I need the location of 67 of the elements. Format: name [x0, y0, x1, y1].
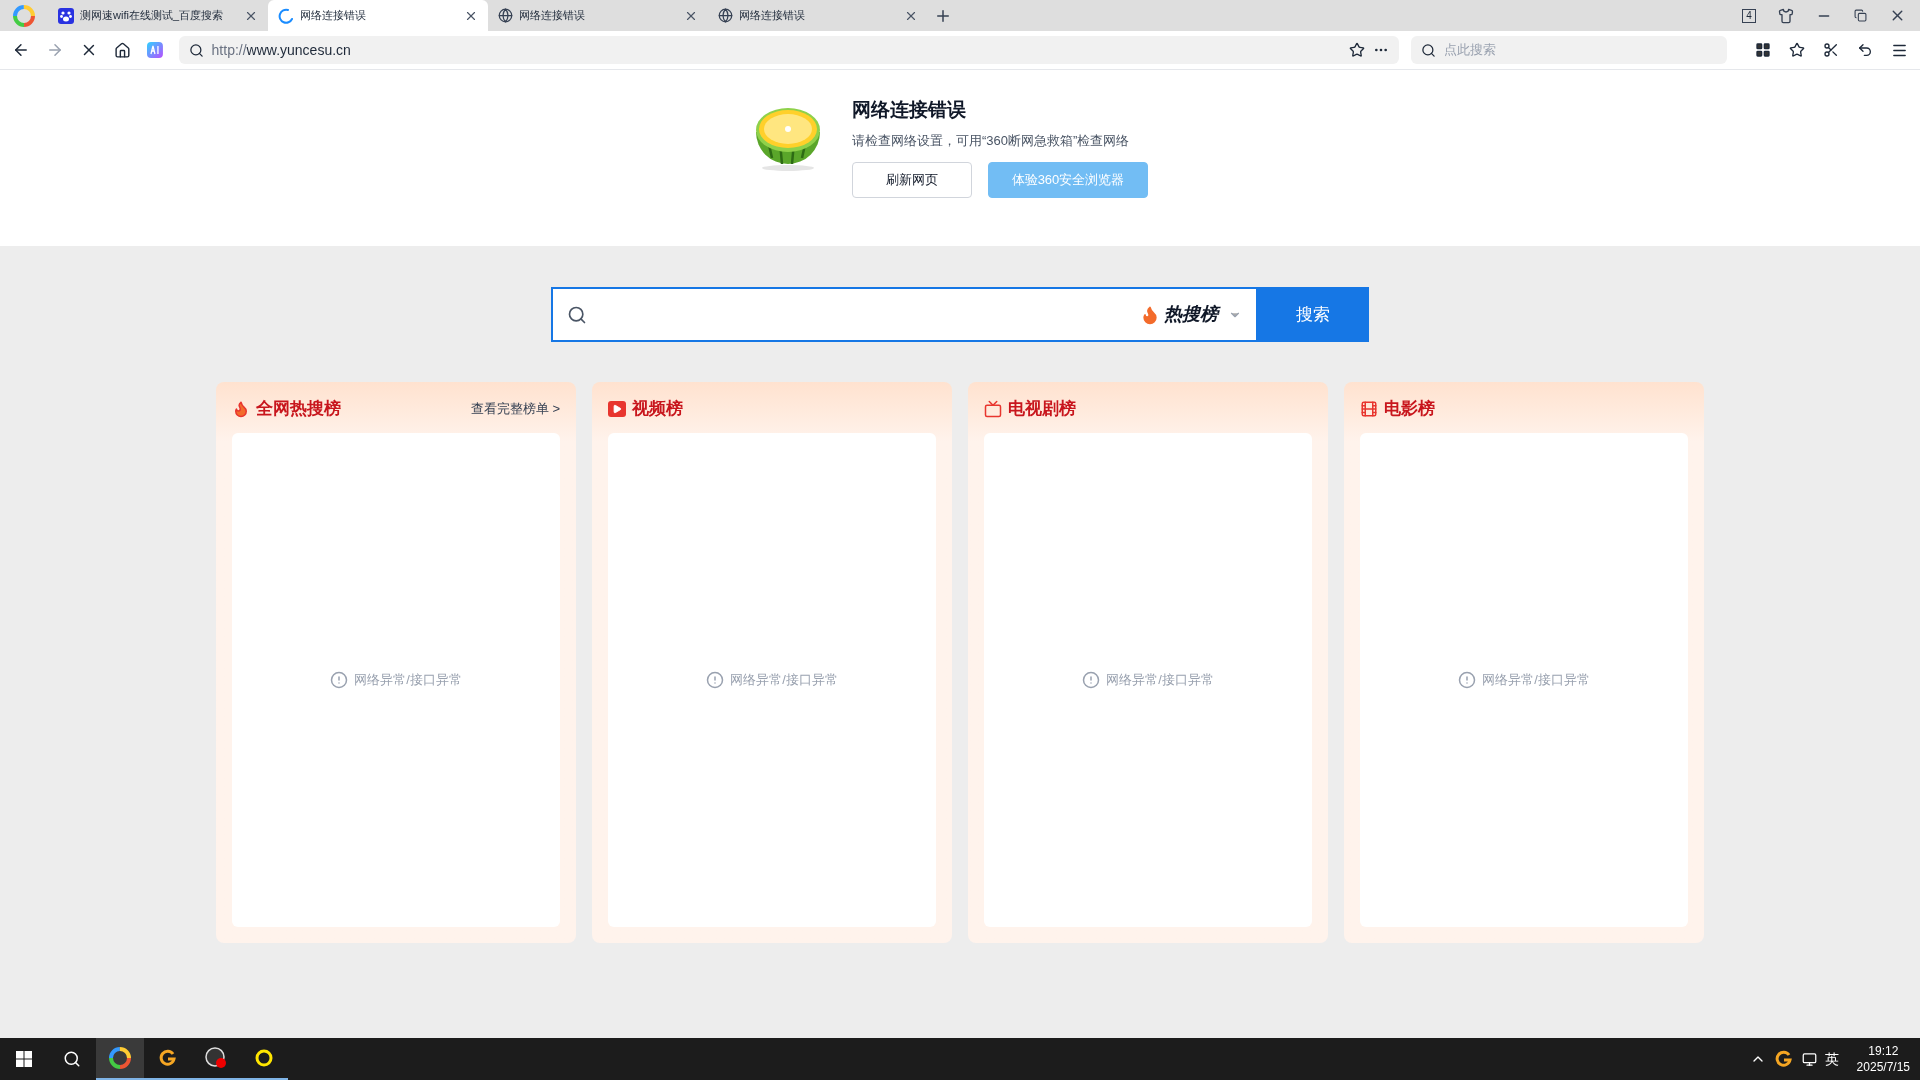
card-title: 电影榜 — [1384, 397, 1436, 420]
address-bar[interactable]: http://www.yuncesu.cn — [178, 36, 1399, 64]
globe-icon — [718, 8, 733, 23]
card-title: 视频榜 — [632, 397, 684, 420]
play-icon — [608, 400, 626, 417]
search-icon[interactable] — [63, 1050, 81, 1068]
scissors-icon[interactable] — [1823, 42, 1839, 58]
browser-tab[interactable]: 网络连接错误 — [708, 0, 928, 31]
favorites-icon[interactable] — [1789, 42, 1805, 58]
error-status: 网络异常/接口异常 — [1482, 671, 1590, 690]
apps-grid-icon[interactable] — [1755, 42, 1771, 58]
error-status: 网络异常/接口异常 — [730, 671, 838, 690]
clock-date: 2025/7/15 — [1856, 1059, 1910, 1075]
alert-icon — [1082, 671, 1101, 689]
tab-title: 测网速wifi在线测试_百度搜索 — [80, 8, 224, 24]
alert-icon — [706, 671, 725, 689]
clock[interactable]: 19:12 2025/7/15 — [1856, 1043, 1910, 1075]
ai-icon[interactable] — [146, 42, 163, 58]
card-title: 电视剧榜 — [1008, 397, 1077, 420]
rainbow-ring-icon — [109, 1047, 131, 1069]
shirt-icon[interactable] — [1778, 7, 1794, 24]
bookmark-star-icon[interactable] — [1348, 42, 1365, 58]
globe-icon — [498, 8, 513, 23]
error-title: 网络连接错误 — [852, 98, 967, 122]
tab-title: 网络连接错误 — [300, 8, 367, 24]
film-reel-icon — [1360, 399, 1378, 418]
full-list-link[interactable]: 查看完整榜单 > — [470, 398, 560, 419]
url-text: http://www.yuncesu.cn — [211, 40, 352, 60]
paw-icon — [58, 7, 74, 24]
network-icon[interactable] — [1801, 1051, 1817, 1067]
browser-tab[interactable]: 网络连接错误 — [268, 0, 488, 31]
card-title: 全网热搜榜 — [256, 397, 342, 420]
search-icon — [567, 304, 587, 325]
clock-time: 19:12 — [1868, 1043, 1899, 1059]
tab-title: 网络连接错误 — [519, 8, 586, 24]
search-icon — [1420, 42, 1436, 58]
alert-icon — [330, 671, 349, 689]
restore-icon[interactable] — [1854, 9, 1867, 22]
rainbow-ring-icon — [13, 4, 35, 27]
ring-icon — [254, 1048, 274, 1068]
taskbar-app[interactable] — [96, 1038, 144, 1080]
browser-tab[interactable]: 测网速wifi在线测试_百度搜索 — [48, 0, 268, 31]
error-status: 网络异常/接口异常 — [1106, 671, 1214, 690]
search-button[interactable]: 搜索 — [1256, 287, 1369, 342]
g-logo-icon — [1773, 1049, 1794, 1069]
tv-icon — [984, 399, 1002, 418]
recorder-icon — [204, 1046, 228, 1070]
search-box[interactable]: 热搜榜 — [551, 287, 1256, 342]
flame-icon — [232, 399, 250, 418]
tab-title: 网络连接错误 — [739, 8, 806, 24]
search-input[interactable]: 点此搜索 — [1443, 40, 1717, 60]
alert-icon — [1458, 671, 1477, 689]
loading-icon — [278, 7, 294, 24]
search-field[interactable]: 点此搜索 — [1410, 36, 1727, 64]
windows-logo-icon[interactable] — [16, 1051, 32, 1067]
error-status: 网络异常/接口异常 — [354, 671, 462, 690]
ime-indicator[interactable]: 英 — [1824, 1048, 1839, 1070]
tab-count[interactable]: 4 — [1742, 8, 1756, 23]
refresh-button[interactable]: 刷新网页 — [852, 162, 972, 198]
home-icon[interactable] — [113, 41, 131, 59]
flame-icon — [1140, 304, 1160, 325]
error-message: 请检查网络设置，可用“360断网急救箱”检查网络 — [852, 131, 1131, 150]
back-icon[interactable] — [12, 41, 30, 59]
undo-icon[interactable] — [1857, 42, 1873, 58]
browser-tab[interactable]: 网络连接错误 — [488, 0, 708, 31]
g-logo-icon — [158, 1048, 178, 1068]
search-icon — [188, 42, 204, 58]
